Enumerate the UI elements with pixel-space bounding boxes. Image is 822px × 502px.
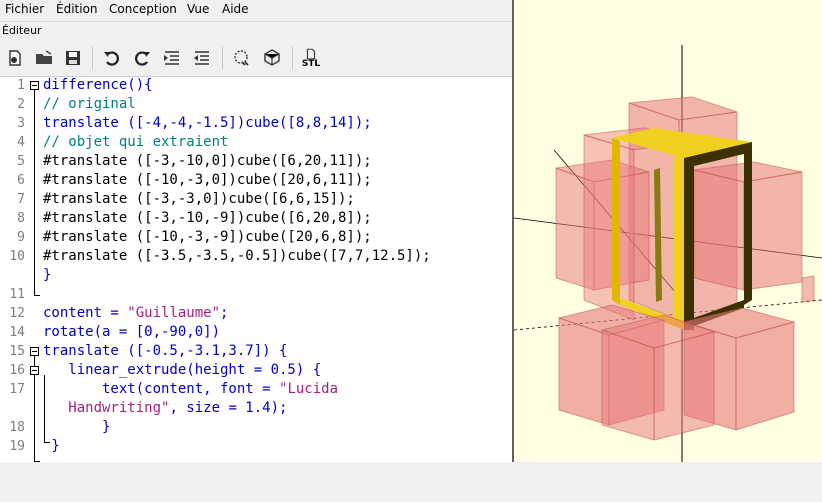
code-text: rotate(a = [0,-90,0])	[43, 324, 221, 340]
line-number: 16	[9, 363, 25, 378]
code-line[interactable]: 16 linear_extrude(height = 0.5) {	[0, 362, 512, 381]
code-text: }	[43, 438, 60, 454]
stl-label: STL	[301, 58, 321, 69]
render-icon[interactable]	[260, 46, 284, 70]
line-number: 6	[17, 173, 25, 188]
indent-icon[interactable]	[160, 46, 184, 70]
line-number: 5	[17, 154, 25, 169]
code-line[interactable]: 9 #translate ([-10,-3,-9])cube([20,6,8])…	[0, 229, 512, 248]
3d-viewport[interactable]	[512, 0, 822, 462]
code-text: difference(){	[43, 77, 153, 93]
code-text: content = "Guillaume";	[43, 305, 229, 321]
line-number: 19	[9, 439, 25, 454]
fold-toggle-icon[interactable]	[30, 347, 39, 356]
code-line[interactable]: 7 #translate ([-3,-3,0])cube([6,6,15]);	[0, 191, 512, 210]
code-text: #translate ([-3,-3,0])cube([6,6,15]);	[43, 191, 355, 207]
redo-icon[interactable]	[130, 46, 154, 70]
line-number: 14	[9, 325, 25, 340]
code-text: translate ([-4,-4,-1.5])cube([8,8,14]);	[43, 115, 372, 131]
code-line[interactable]: 15 translate ([-0.5,-3.1,3.7]) {	[0, 343, 512, 362]
line-number: 11	[9, 287, 25, 302]
code-line[interactable]: 18 }	[0, 419, 512, 438]
menu-edition[interactable]: Édition	[56, 2, 98, 16]
line-number: 7	[17, 192, 25, 207]
code-line[interactable]: 1 difference(){	[0, 77, 512, 96]
preview-icon[interactable]	[230, 46, 254, 70]
line-number: 9	[17, 230, 25, 245]
fold-toggle-icon[interactable]	[30, 366, 39, 375]
line-number: 15	[9, 344, 25, 359]
code-text: text(content, font = "Lucida	[43, 381, 339, 397]
code-line[interactable]: 19 }	[0, 438, 512, 457]
code-line[interactable]: 17 text(content, font = "Lucida	[0, 381, 512, 400]
code-line[interactable]: 11	[0, 286, 512, 305]
menu-fichier[interactable]: Fichier	[5, 2, 44, 16]
undo-icon[interactable]	[100, 46, 124, 70]
code-text: translate ([-0.5,-3.1,3.7]) {	[43, 343, 288, 359]
fold-toggle-icon[interactable]	[30, 81, 39, 90]
editor-panel-title: Éditeur	[0, 21, 512, 40]
code-line[interactable]: }	[0, 267, 512, 286]
line-number: 3	[17, 116, 25, 131]
menu-conception[interactable]: Conception	[109, 2, 177, 16]
code-text: }	[43, 267, 52, 283]
code-text: #translate ([-3,-10,0])cube([6,20,11]);	[43, 153, 372, 169]
code-line[interactable]: content = "Guillaume";	[0, 305, 512, 324]
code-line[interactable]: 6 #translate ([-10,-3,0])cube([20,6,11])…	[0, 172, 512, 191]
editor-title-label: Éditeur	[2, 24, 42, 37]
code-line[interactable]: 3 translate ([-4,-4,-1.5])cube([8,8,14])…	[0, 115, 512, 134]
menu-aide[interactable]: Aide	[222, 2, 249, 16]
menu-vue[interactable]: Vue	[187, 2, 209, 16]
line-number: 4	[17, 135, 25, 150]
code-text: // objet qui extraient	[43, 134, 229, 150]
editor-toolbar: STL	[0, 40, 512, 77]
line-number: 17	[9, 382, 25, 397]
code-line[interactable]: 10 #translate ([-3.5,-3.5,-0.5])cube([7,…	[0, 248, 512, 267]
code-editor[interactable]: 1 difference(){ 2 // original 3 translat…	[0, 77, 512, 462]
code-text: #translate ([-3.5,-3.5,-0.5])cube([7,7,1…	[43, 248, 431, 264]
code-text: linear_extrude(height = 0.5) {	[43, 362, 322, 378]
line-number: 18	[9, 420, 25, 435]
export-stl-icon[interactable]: STL	[299, 46, 323, 70]
code-line[interactable]: 8 #translate ([-3,-10,-9])cube([6,20,8])…	[0, 210, 512, 229]
code-text: Handwriting", size = 1.4);	[43, 400, 288, 416]
code-text: #translate ([-10,-3,-9])cube([20,6,8]);	[43, 229, 372, 245]
menu-bar: Fichier Édition Conception Vue Aide	[0, 0, 512, 19]
save-icon[interactable]	[61, 46, 85, 70]
line-number: 2	[17, 97, 25, 112]
code-text: #translate ([-10,-3,0])cube([20,6,11]);	[43, 172, 372, 188]
line-number: 10	[9, 249, 25, 264]
code-line[interactable]: 4 // objet qui extraient	[0, 134, 512, 153]
render-canvas	[514, 45, 822, 462]
code-text: }	[43, 419, 111, 435]
open-file-icon[interactable]	[32, 46, 56, 70]
code-line[interactable]: 2 // original	[0, 96, 512, 115]
code-text: #translate ([-3,-10,-9])cube([6,20,8]);	[43, 210, 372, 226]
code-line[interactable]: Handwriting", size = 1.4);	[0, 400, 512, 419]
code-line[interactable]: 14 rotate(a = [0,-90,0])	[0, 324, 512, 343]
code-line[interactable]: 5 #translate ([-3,-10,0])cube([6,20,11])…	[0, 153, 512, 172]
line-number: 8	[17, 211, 25, 226]
code-text: // original	[43, 96, 136, 112]
line-number: 1	[17, 78, 25, 93]
new-file-icon[interactable]	[3, 46, 27, 70]
unindent-icon[interactable]	[190, 46, 214, 70]
